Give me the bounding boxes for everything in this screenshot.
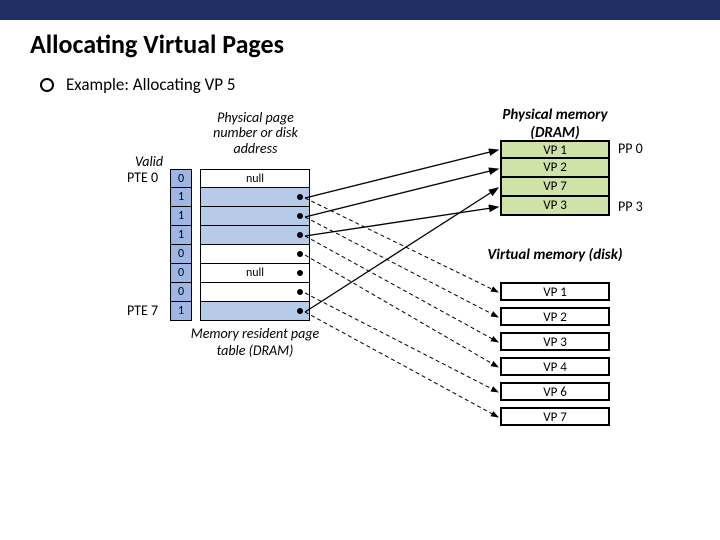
ppn-cell (200, 245, 310, 264)
valid-cell: 0 (170, 283, 192, 302)
slide-title: Allocating Virtual Pages (30, 28, 720, 60)
ppn-cell: null (200, 264, 310, 283)
disk-title: Virtual memory (disk) (485, 246, 625, 264)
diagram: Physical page number or disk address Val… (0, 110, 720, 540)
valid-cell: 1 (170, 226, 192, 245)
phys-mem-column: VP 1 VP 2 VP 7 VP 3 (500, 140, 610, 216)
ppn-cell (200, 207, 310, 226)
arrows-layer (0, 110, 720, 540)
disk-cell: VP 1 (500, 282, 610, 301)
pm-cell: VP 3 (500, 197, 610, 216)
ppn-column: null null (200, 169, 310, 321)
ppn-cell (200, 302, 310, 321)
pp0-label: PP 0 (618, 140, 643, 157)
ppn-header: Physical page number or disk address (198, 110, 313, 156)
header-bar (0, 0, 720, 20)
valid-cell: 0 (170, 264, 192, 283)
disk-cell: VP 2 (500, 307, 610, 326)
ppn-cell: null (200, 169, 310, 188)
disk-cell: VP 3 (500, 332, 610, 351)
valid-cell: 0 (170, 169, 192, 188)
bullet-row: Example: Allocating VP 5 (40, 74, 720, 95)
disk-cell: VP 4 (500, 357, 610, 376)
disk-cell: VP 7 (500, 407, 610, 426)
valid-cell: 1 (170, 207, 192, 226)
page-table-caption: Memory resident page table (DRAM) (190, 325, 320, 359)
valid-column: 0 1 1 1 0 0 0 1 (170, 169, 192, 321)
valid-cell: 1 (170, 302, 192, 321)
ppn-cell (200, 188, 310, 207)
ppn-cell (200, 283, 310, 302)
pp3-label: PP 3 (618, 198, 643, 215)
disk-cell: VP 6 (500, 382, 610, 401)
pte0-label: PTE 0 (127, 169, 158, 186)
disk-column: VP 1 VP 2 VP 3 VP 4 VP 6 VP 7 (500, 282, 610, 432)
pm-cell: VP 2 (500, 159, 610, 178)
bullet-text: Example: Allocating VP 5 (66, 74, 236, 95)
ppn-cell (200, 226, 310, 245)
pte7-label: PTE 7 (127, 302, 158, 319)
valid-header: Valid (135, 153, 175, 170)
bullet-icon (40, 78, 54, 92)
pm-cell: VP 7 (500, 178, 610, 197)
pm-cell: VP 1 (500, 140, 610, 159)
valid-cell: 0 (170, 245, 192, 264)
phys-mem-title: Physical memory (DRAM) (480, 106, 630, 142)
valid-cell: 1 (170, 188, 192, 207)
